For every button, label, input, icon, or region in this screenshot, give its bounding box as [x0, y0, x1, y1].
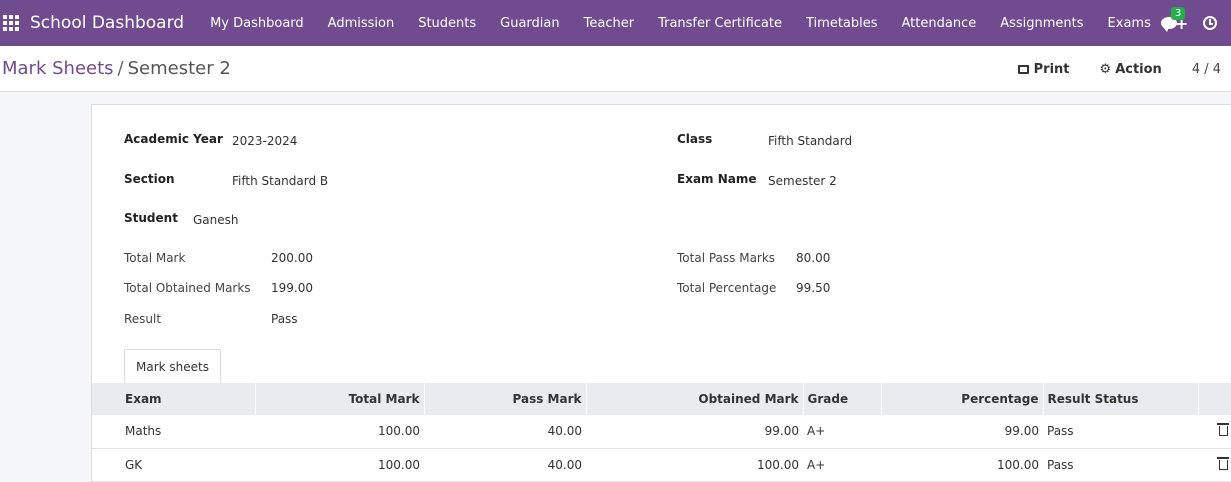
breadcrumb-current: Semester 2	[127, 58, 231, 79]
delete-row-button[interactable]	[1198, 415, 1231, 448]
cell-exam[interactable]: Maths	[92, 415, 255, 448]
total-percentage-label: Total Percentage	[677, 281, 777, 295]
col-header-percentage[interactable]: Percentage	[881, 383, 1044, 415]
breadcrumb-mark-sheets[interactable]: Mark Sheets	[2, 58, 114, 79]
cell-result-status[interactable]: Pass	[1043, 415, 1198, 448]
total-pass-marks-label: Total Pass Marks	[677, 251, 776, 265]
trash-icon	[1217, 423, 1229, 437]
menu-transfer-certificate[interactable]: Transfer Certificate	[646, 16, 794, 31]
chat-count-badge: 3	[1171, 7, 1186, 20]
col-header-grade[interactable]: Grade	[803, 383, 882, 415]
total-pass-marks-value: 80.00	[796, 251, 831, 265]
chat-button[interactable]: 3	[1161, 7, 1186, 32]
print-button[interactable]: Print	[1017, 61, 1070, 77]
menu-guardian[interactable]: Guardian	[488, 16, 571, 31]
cell-grade[interactable]: A+	[803, 448, 881, 481]
section-field[interactable]: Fifth Standard B	[232, 174, 328, 188]
total-percentage-value: 99.50	[796, 281, 831, 295]
table-header-row: Exam Total Mark Pass Mark Obtained Mark …	[92, 383, 1231, 415]
menu-timetables[interactable]: Timetables	[794, 16, 890, 31]
col-header-obtained-mark[interactable]: Obtained Mark	[586, 383, 804, 415]
table-row[interactable]: GK 100.00 40.00 100.00 A+ 100.00 Pass	[92, 448, 1231, 481]
tab-mark-sheets[interactable]: Mark sheets	[124, 349, 221, 384]
cell-obtained-mark[interactable]: 99.00	[586, 415, 803, 448]
total-obtained-label: Total Obtained Marks	[124, 281, 251, 295]
result-value: Pass	[271, 312, 298, 326]
mark-sheet-table: Exam Total Mark Pass Mark Obtained Mark …	[92, 383, 1231, 482]
cell-percentage[interactable]: 100.00	[881, 448, 1043, 481]
menu-teacher[interactable]: Teacher	[572, 16, 646, 31]
action-button[interactable]: ⚙ Action	[1100, 62, 1162, 77]
exam-name-label: Exam Name	[677, 172, 757, 186]
delete-row-button[interactable]	[1198, 448, 1231, 481]
print-icon	[1017, 64, 1029, 74]
control-panel: Mark Sheets / Semester 2 Print ⚙ Action 4 …	[0, 46, 1231, 92]
cell-total-mark[interactable]: 100.00	[255, 415, 424, 448]
cell-result-status[interactable]: Pass	[1043, 448, 1198, 481]
result-label: Result	[124, 312, 162, 326]
academic-year-label: Academic Year	[124, 132, 223, 146]
cell-pass-mark[interactable]: 40.00	[424, 448, 586, 481]
total-mark-value: 200.00	[271, 251, 313, 265]
cell-percentage[interactable]: 99.00	[881, 415, 1043, 448]
total-obtained-value: 199.00	[271, 281, 313, 295]
menu-exams[interactable]: Exams	[1096, 16, 1163, 31]
student-field[interactable]: Ganesh	[193, 213, 239, 227]
menu-students[interactable]: Students	[406, 16, 488, 31]
cell-total-mark[interactable]: 100.00	[255, 448, 424, 481]
cell-exam[interactable]: GK	[92, 448, 255, 481]
pager[interactable]: 4 / 4	[1192, 62, 1221, 77]
total-mark-label: Total Mark	[124, 251, 186, 265]
top-navbar: School Dashboard My Dashboard Admission …	[0, 0, 1231, 46]
section-label: Section	[124, 172, 175, 186]
cell-pass-mark[interactable]: 40.00	[424, 415, 586, 448]
trash-icon	[1217, 456, 1229, 470]
table-row[interactable]: Maths 100.00 40.00 99.00 A+ 99.00 Pass	[92, 415, 1231, 448]
menu-attendance[interactable]: Attendance	[890, 16, 989, 31]
print-label: Print	[1033, 61, 1070, 77]
exam-name-field[interactable]: Semester 2	[768, 174, 837, 188]
col-header-total-mark[interactable]: Total Mark	[255, 383, 425, 415]
form-sheet: Academic Year 2023-2024 Class Fifth Stan…	[91, 104, 1231, 482]
cell-grade[interactable]: A+	[803, 415, 881, 448]
class-field[interactable]: Fifth Standard	[768, 134, 852, 148]
menu-admission[interactable]: Admission	[316, 16, 407, 31]
action-label: Action	[1115, 61, 1162, 77]
col-header-result-status[interactable]: Result Status	[1043, 383, 1199, 415]
menu-assignments[interactable]: Assignments	[988, 16, 1095, 31]
menu-my-dashboard[interactable]: My Dashboard	[198, 16, 316, 31]
col-header-pass-mark[interactable]: Pass Mark	[424, 383, 587, 415]
breadcrumb: Mark Sheets / Semester 2	[2, 58, 231, 79]
cell-obtained-mark[interactable]: 100.00	[586, 448, 803, 481]
apps-grid-icon[interactable]	[3, 14, 20, 32]
app-brand[interactable]: School Dashboard	[30, 13, 184, 33]
breadcrumb-separator: /	[117, 58, 124, 79]
gear-icon: ⚙	[1099, 61, 1112, 77]
student-label: Student	[124, 211, 178, 225]
col-header-actions	[1198, 383, 1231, 415]
academic-year-field[interactable]: 2023-2024	[232, 134, 297, 148]
col-header-exam[interactable]: Exam	[92, 383, 256, 415]
clock-icon[interactable]	[1203, 16, 1217, 30]
class-label: Class	[677, 132, 713, 146]
